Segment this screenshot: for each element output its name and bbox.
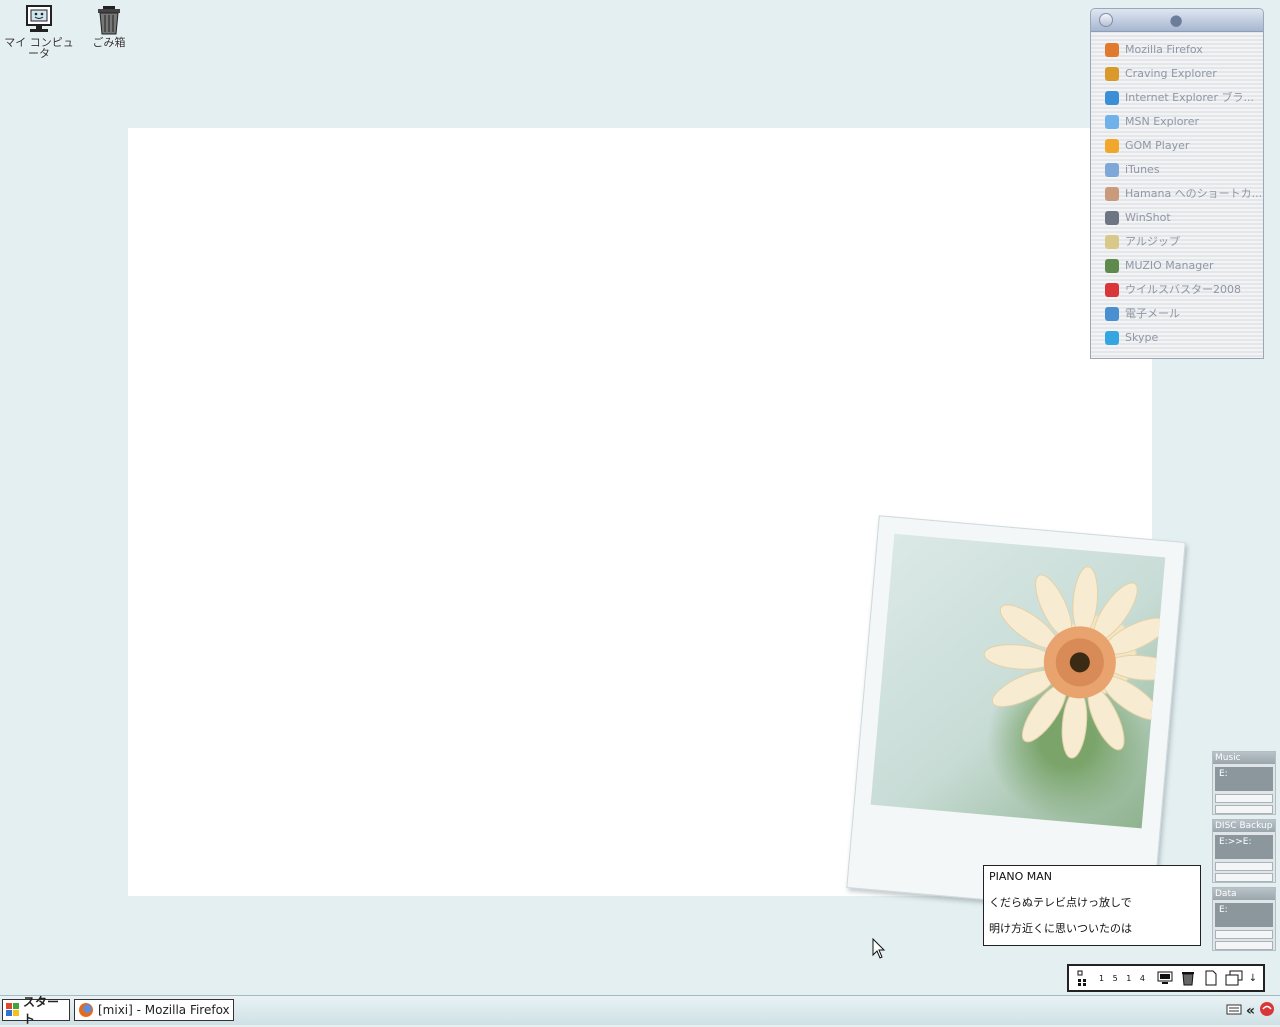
taskbar: スタート [mixi] - Mozilla Firefox «	[0, 995, 1280, 1026]
launcher-item-label: Mozilla Firefox	[1125, 43, 1203, 56]
shortcut-icon	[1105, 187, 1119, 201]
trash-icon[interactable]	[1179, 969, 1197, 987]
winshot-icon	[1105, 211, 1119, 225]
drive-title: Music	[1213, 752, 1275, 764]
lyrics-title: PIANO MAN	[989, 870, 1053, 883]
grid-menu-icon[interactable]	[1073, 969, 1091, 987]
launcher-item-email[interactable]: 電子メール	[1091, 302, 1263, 326]
monitor-icon[interactable]	[1156, 969, 1174, 987]
skype-icon	[1105, 331, 1119, 345]
mini-toolbar: 1 5 1 4 ↓	[1067, 964, 1265, 992]
windows-flag-icon	[6, 1003, 20, 1017]
drive-usage-bar	[1215, 794, 1273, 803]
firefox-icon	[79, 1003, 93, 1017]
flower-photo	[870, 533, 1166, 829]
wallpaper-canvas	[128, 128, 1186, 915]
drive-path: E:>>E:	[1215, 835, 1273, 859]
launcher-item-label: Skype	[1125, 331, 1159, 344]
itunes-icon	[1105, 163, 1119, 177]
apple-icon: ●	[1169, 11, 1183, 29]
virus-buster-tray-icon[interactable]	[1259, 1001, 1275, 1020]
system-tray: «	[1222, 1001, 1275, 1020]
desktop-icon-trash[interactable]: ごみ箱	[74, 4, 144, 48]
start-button[interactable]: スタート	[2, 995, 70, 1026]
launcher-item-msn-explorer[interactable]: MSN Explorer	[1091, 110, 1263, 134]
drive-widget-music[interactable]: Music E:	[1212, 751, 1276, 815]
virus-buster-icon	[1105, 283, 1119, 297]
keyboard-icon[interactable]	[1226, 1002, 1242, 1019]
launcher-item-label: MUZIO Manager	[1125, 259, 1214, 272]
drive-usage-bar	[1215, 941, 1273, 950]
firefox-icon	[1105, 43, 1119, 57]
drive-usage-bar	[1215, 805, 1273, 814]
launcher-item-craving-explorer[interactable]: Craving Explorer	[1091, 62, 1263, 86]
arrow-down-icon[interactable]: ↓	[1248, 969, 1258, 987]
launcher-item-label: アルジップ	[1125, 235, 1180, 248]
launcher-item-itunes[interactable]: iTunes	[1091, 158, 1263, 182]
alzip-icon	[1105, 235, 1119, 249]
launcher-item-label: Craving Explorer	[1125, 67, 1217, 80]
launcher-item-label: iTunes	[1125, 163, 1160, 176]
drive-usage-bar	[1215, 873, 1273, 882]
craving-explorer-icon	[1105, 67, 1119, 81]
internet-explorer-icon	[1105, 91, 1119, 105]
launcher-item-label: MSN Explorer	[1125, 115, 1199, 128]
launcher-item-muzio-manager[interactable]: MUZIO Manager	[1091, 254, 1263, 278]
gom-player-icon	[1105, 139, 1119, 153]
my-computer-icon	[23, 4, 55, 36]
launcher-item-label: 電子メール	[1125, 307, 1180, 320]
drive-widget-data[interactable]: Data E:	[1212, 887, 1276, 951]
launcher-item-alzip[interactable]: アルジップ	[1091, 230, 1263, 254]
launcher-item-firefox[interactable]: Mozilla Firefox	[1091, 38, 1263, 62]
launcher-item-winshot[interactable]: WinShot	[1091, 206, 1263, 230]
drive-usage-bar	[1215, 862, 1273, 871]
lyrics-line: くだらぬテレビ点けっ放しで	[989, 896, 1132, 909]
start-label: スタート	[23, 995, 60, 1026]
launcher-item-virus-buster[interactable]: ウイルスバスター2008	[1091, 278, 1263, 302]
drive-path: E:	[1215, 903, 1273, 927]
polaroid-photo	[846, 515, 1186, 915]
email-icon	[1105, 307, 1119, 321]
drive-title: Data	[1213, 888, 1275, 900]
close-icon[interactable]	[1099, 13, 1113, 27]
launcher-item-skype[interactable]: Skype	[1091, 326, 1263, 350]
msn-butterfly-icon	[1105, 115, 1119, 129]
drive-path: E:	[1215, 767, 1273, 791]
document-icon[interactable]	[1202, 969, 1220, 987]
lyrics-widget: PIANO MAN くだらぬテレビ点けっ放しで 明け方近くに思いついたのは	[983, 865, 1201, 946]
trash-icon	[93, 4, 125, 36]
launcher-item-label: Internet Explorer ブラ...	[1125, 91, 1254, 104]
launcher-list: Mozilla Firefox Craving Explorer Interne…	[1091, 38, 1263, 350]
taskbar-window-firefox[interactable]: [mixi] - Mozilla Firefox	[74, 999, 234, 1021]
launcher-item-label: ウイルスバスター2008	[1125, 283, 1241, 296]
mouse-cursor-icon	[872, 937, 886, 963]
mini-clock: 1 5 1 4	[1099, 973, 1148, 983]
launcher-item-label: Hamana へのショートカ...	[1125, 187, 1263, 200]
desktop-icon-label: ごみ箱	[92, 36, 126, 49]
drive-usage-bar	[1215, 930, 1273, 939]
windows-icon[interactable]	[1225, 969, 1243, 987]
drive-title: DISC Backup	[1213, 820, 1275, 832]
launcher-titlebar[interactable]: ●	[1091, 9, 1263, 32]
launcher-item-label: GOM Player	[1125, 139, 1190, 152]
launcher-item-hamana-shortcut[interactable]: Hamana へのショートカ...	[1091, 182, 1263, 206]
launcher-panel: ● Mozilla Firefox Craving Explorer Inter…	[1090, 8, 1264, 359]
lyrics-line: 明け方近くに思いついたのは	[989, 922, 1132, 935]
desktop-icon-my-computer[interactable]: マイ コンピュータ	[4, 4, 74, 59]
muzio-icon	[1105, 259, 1119, 273]
taskbar-window-label: [mixi] - Mozilla Firefox	[98, 1003, 230, 1017]
launcher-item-label: WinShot	[1125, 211, 1171, 224]
tray-chevron[interactable]: «	[1246, 1003, 1255, 1019]
drive-widget-disc-backup[interactable]: DISC Backup E:>>E:	[1212, 819, 1276, 883]
launcher-item-gom-player[interactable]: GOM Player	[1091, 134, 1263, 158]
desktop-icon-label: マイ コンピュータ	[4, 36, 74, 60]
launcher-item-internet-explorer[interactable]: Internet Explorer ブラ...	[1091, 86, 1263, 110]
